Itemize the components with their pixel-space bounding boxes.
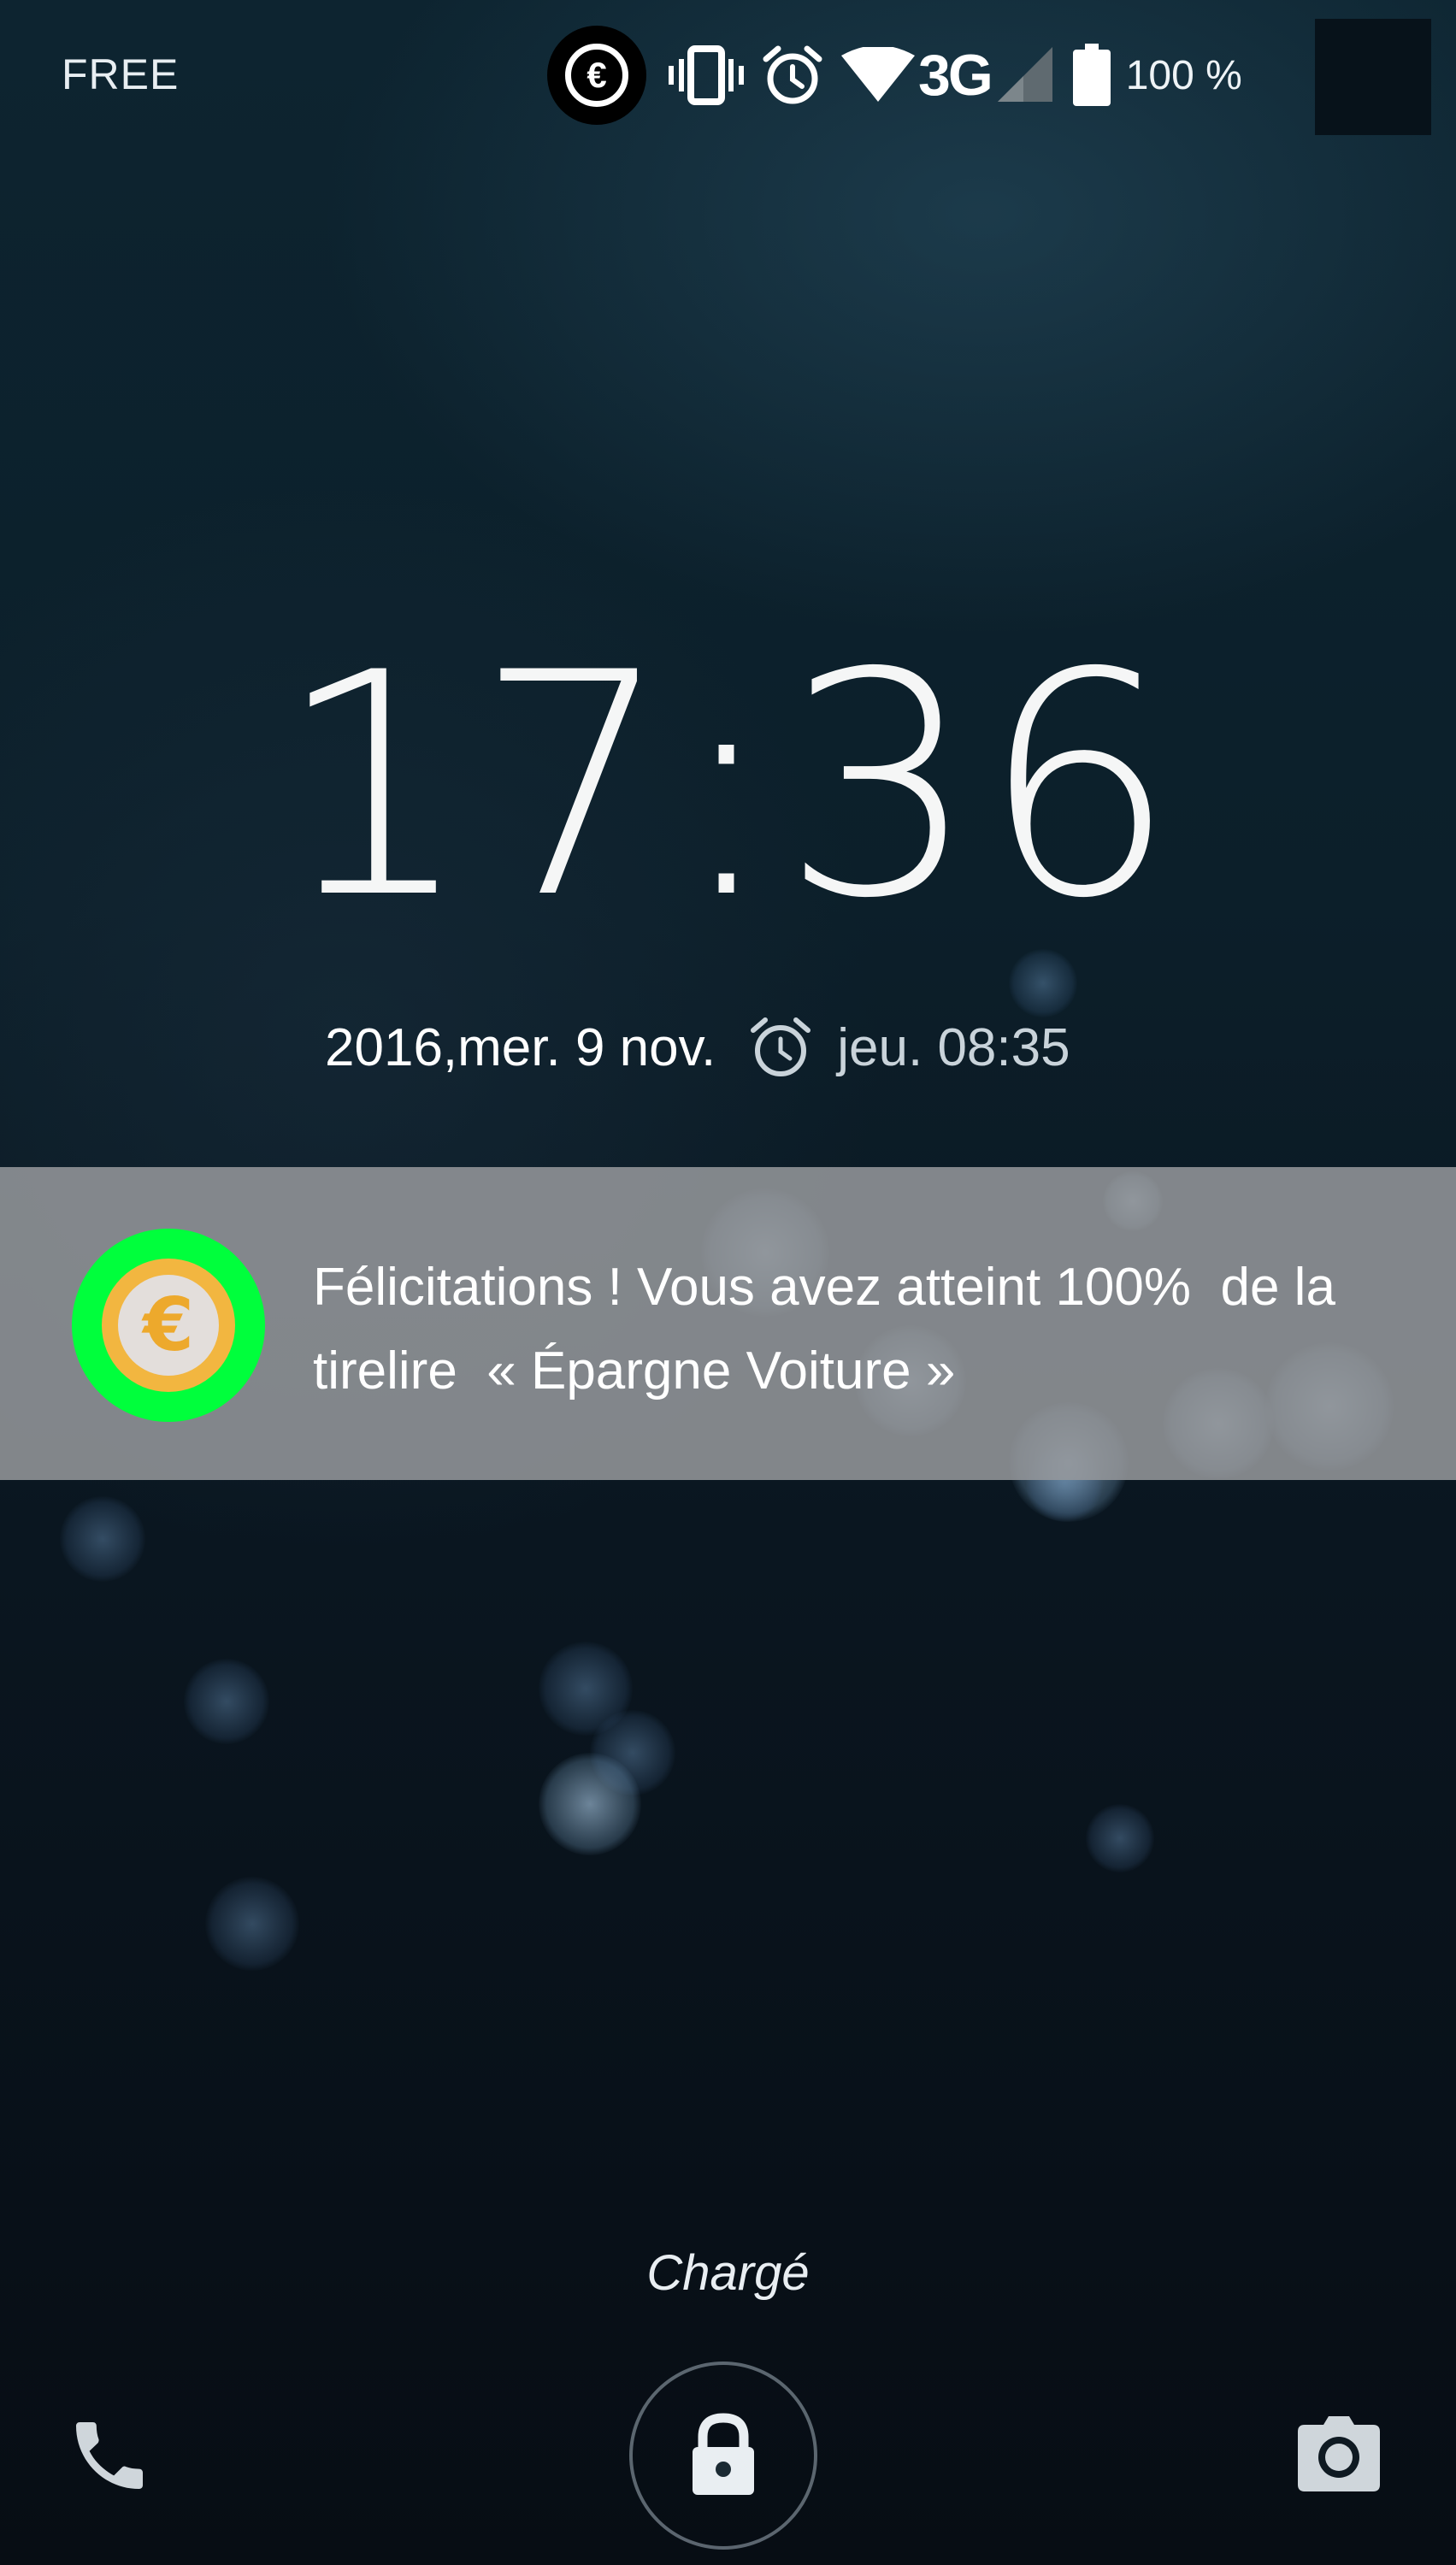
date-row: 2016,mer. 9 nov. jeu. 08:35 [325, 1013, 1070, 1082]
next-alarm-label: jeu. 08:35 [837, 1017, 1070, 1077]
battery-icon [1071, 44, 1112, 107]
carrier-label: FREE [62, 50, 180, 98]
signal-icon [997, 47, 1054, 103]
bokeh-light [60, 1496, 145, 1582]
phone-shortcut[interactable] [65, 2411, 154, 2500]
network-type-label: 3G [918, 43, 993, 108]
charging-status: Chargé [646, 2245, 810, 2301]
status-icons: € 3G 100 % [547, 24, 1242, 127]
battery-percent: 100 % [1125, 52, 1242, 98]
bokeh-light [205, 1877, 299, 1971]
unlock-button[interactable] [629, 2362, 817, 2550]
bokeh-light [184, 1659, 269, 1744]
alarm-icon [761, 44, 824, 107]
lockscreen-clock: 17:36 [275, 607, 1181, 965]
lock-screen: FREE € 3G 100 % 17:36 2016,mer. 9 nov. j… [0, 0, 1456, 2565]
status-bar: FREE € 3G 100 % [0, 0, 1456, 154]
camera-shortcut[interactable] [1294, 2409, 1383, 2498]
next-alarm-icon [748, 1015, 813, 1080]
date-label: 2016,mer. 9 nov. [325, 1017, 716, 1077]
vibrate-icon [669, 45, 744, 105]
bokeh-light [1086, 1804, 1154, 1872]
phone-icon [65, 2422, 154, 2503]
notification-text: Félicitations ! Vous avez atteint 100% d… [313, 1258, 1335, 1400]
wifi-icon [841, 47, 915, 103]
notification-card[interactable]: € Félicitations ! Vous avez atteint 100%… [0, 1167, 1456, 1480]
euro-app-icon: € [547, 26, 646, 125]
euro-coin-icon: € [72, 1229, 265, 1422]
lock-icon [684, 2411, 763, 2501]
bokeh-light [539, 1753, 641, 1855]
camera-icon [1294, 2416, 1383, 2502]
